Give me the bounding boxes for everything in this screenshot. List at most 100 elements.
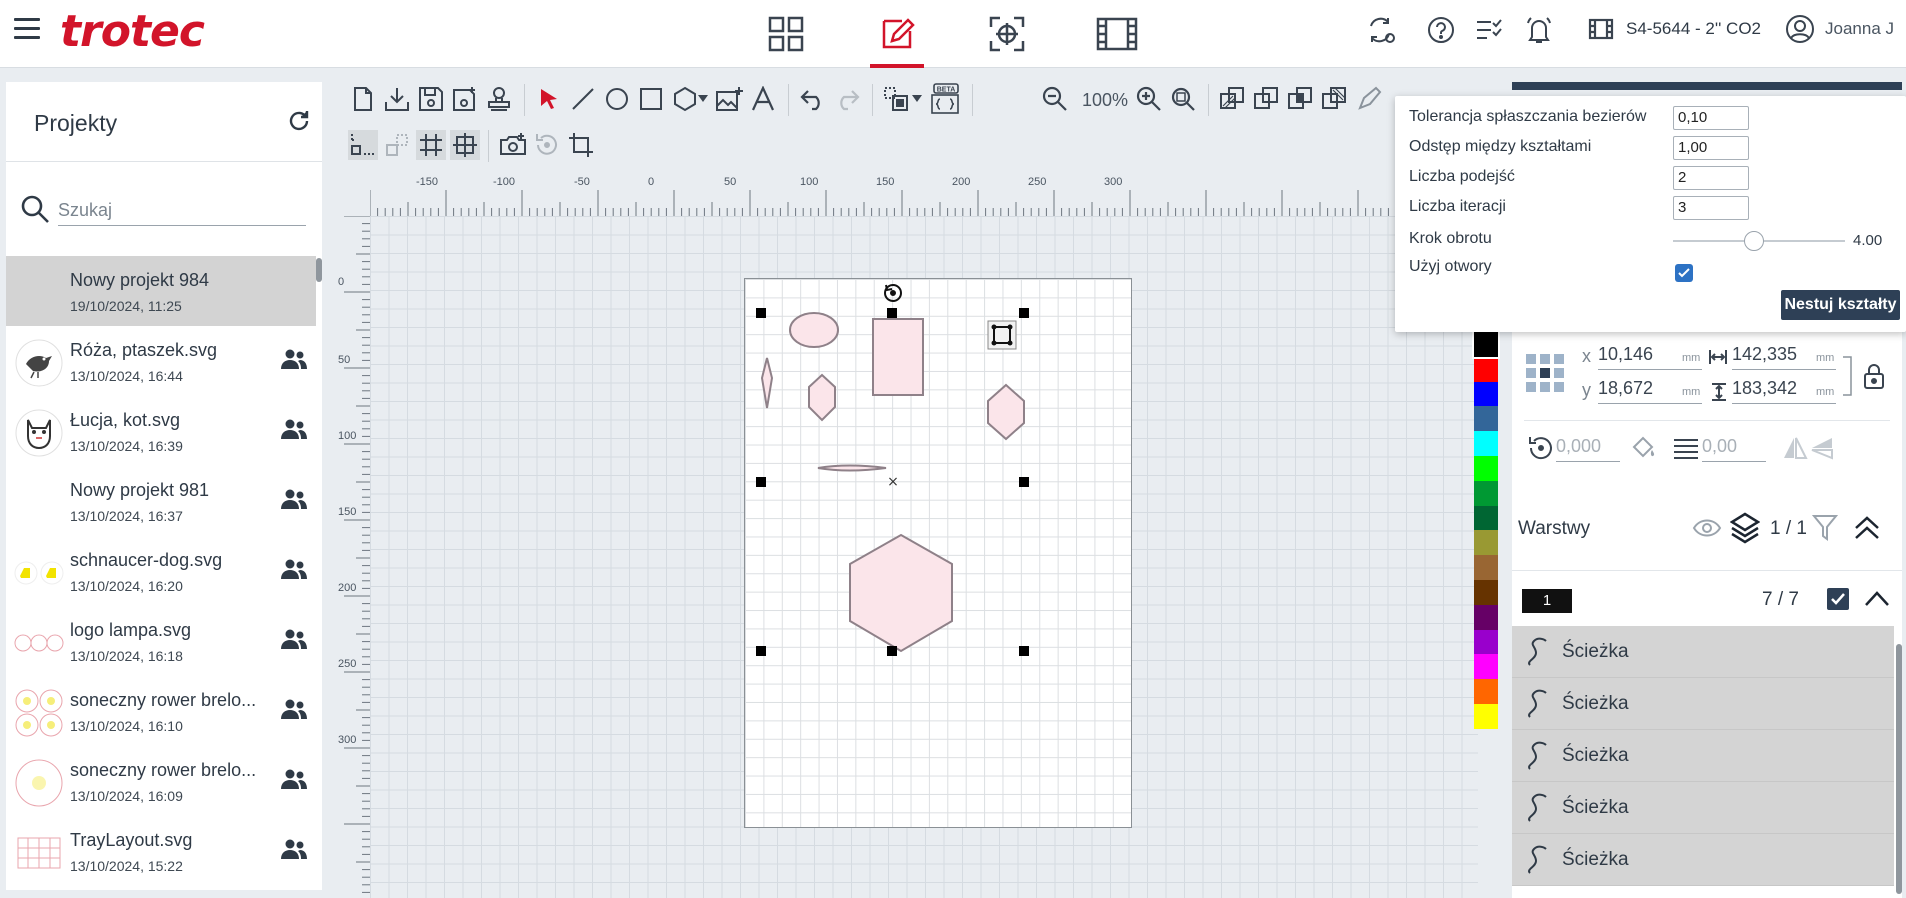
stamp-icon[interactable] bbox=[484, 84, 514, 114]
chevron-down-icon[interactable] bbox=[696, 84, 710, 114]
zoom-out-icon[interactable] bbox=[1040, 84, 1070, 114]
rotation-input[interactable]: 0,000 bbox=[1556, 436, 1620, 462]
color-swatch[interactable] bbox=[1474, 629, 1498, 655]
undo-icon[interactable] bbox=[798, 84, 828, 114]
notifications-icon[interactable] bbox=[1520, 14, 1558, 46]
path-item[interactable]: Ścieżka bbox=[1512, 678, 1894, 730]
color-swatch[interactable] bbox=[1474, 381, 1498, 407]
design-canvas[interactable]: -150 -100 -50 0 50 100 150 200 250 300 0… bbox=[338, 172, 1478, 898]
machine-selector[interactable]: S4-5644 - 2'' CO2 bbox=[1588, 18, 1761, 40]
visibility-eye-icon[interactable] bbox=[1692, 516, 1722, 540]
chevron-down-icon[interactable] bbox=[910, 84, 924, 114]
project-item[interactable]: schnaucer-dog.svg 13/10/2024, 16:20 bbox=[6, 536, 316, 606]
boolean-subtract-icon[interactable] bbox=[1252, 84, 1282, 114]
project-item[interactable]: logo lampa.svg 13/10/2024, 16:18 bbox=[6, 606, 316, 676]
shared-users-icon[interactable] bbox=[280, 418, 308, 444]
spacing-input[interactable]: 0,00 bbox=[1702, 436, 1766, 462]
line-tool-icon[interactable] bbox=[568, 84, 598, 114]
use-holes-checkbox[interactable] bbox=[1675, 264, 1693, 282]
align-grid-icon[interactable] bbox=[348, 130, 378, 160]
snap-object-icon[interactable] bbox=[382, 130, 412, 160]
color-swatch[interactable] bbox=[1474, 703, 1498, 729]
snap-center-icon[interactable] bbox=[450, 130, 480, 160]
new-file-icon[interactable] bbox=[348, 84, 378, 114]
project-item[interactable]: Łucja, kot.svg 13/10/2024, 16:39 bbox=[6, 396, 316, 466]
zoom-in-icon[interactable] bbox=[1134, 84, 1164, 114]
image-insert-icon[interactable] bbox=[714, 84, 744, 114]
color-swatch[interactable] bbox=[1474, 431, 1498, 456]
shared-users-icon[interactable] bbox=[280, 558, 308, 584]
camera-icon[interactable] bbox=[498, 130, 528, 160]
save-icon[interactable] bbox=[416, 84, 446, 114]
filter-icon[interactable] bbox=[1812, 514, 1838, 542]
project-item[interactable]: Róża, ptaszek.svg 13/10/2024, 16:44 bbox=[6, 326, 316, 396]
position-grid-icon[interactable] bbox=[1526, 354, 1568, 396]
color-swatch[interactable] bbox=[1474, 604, 1498, 630]
shared-users-icon[interactable] bbox=[280, 838, 308, 864]
fill-bucket-icon[interactable] bbox=[1630, 434, 1658, 462]
sync-settings-icon[interactable] bbox=[1365, 14, 1399, 46]
menu-icon[interactable] bbox=[14, 18, 40, 40]
attempts-input[interactable]: 2 bbox=[1673, 166, 1749, 190]
color-swatch[interactable] bbox=[1474, 480, 1498, 506]
arrange-icon[interactable] bbox=[882, 84, 912, 114]
path-item[interactable]: Ścieżka bbox=[1512, 626, 1894, 678]
color-swatch[interactable] bbox=[1472, 330, 1500, 359]
refresh-icon[interactable] bbox=[286, 108, 314, 136]
rotate-reset-icon[interactable] bbox=[532, 130, 562, 160]
project-list-scrollbar[interactable] bbox=[316, 258, 322, 282]
project-item[interactable]: soneczny rower brelo... 13/10/2024, 16:1… bbox=[6, 676, 316, 746]
color-swatch[interactable] bbox=[1474, 530, 1498, 556]
project-item[interactable]: soneczny rower brelo... 13/10/2024, 16:0… bbox=[6, 746, 316, 816]
shared-users-icon[interactable] bbox=[280, 768, 308, 794]
pen-tool-icon[interactable] bbox=[1354, 84, 1384, 114]
boolean-exclude-icon[interactable] bbox=[1320, 84, 1350, 114]
layers-scrollbar[interactable] bbox=[1896, 644, 1902, 894]
color-swatch[interactable] bbox=[1474, 455, 1498, 481]
chevron-up-icon[interactable] bbox=[1864, 589, 1890, 609]
shape-spacing-input[interactable]: 1,00 bbox=[1673, 136, 1749, 160]
shared-users-icon[interactable] bbox=[280, 628, 308, 654]
rectangle-tool-icon[interactable] bbox=[636, 84, 666, 114]
design-edit-icon[interactable] bbox=[866, 0, 928, 68]
color-swatch[interactable] bbox=[1474, 505, 1498, 531]
layers-icon[interactable] bbox=[1730, 512, 1760, 544]
flip-vertical-icon[interactable] bbox=[1810, 436, 1836, 460]
color-swatch[interactable] bbox=[1474, 356, 1498, 382]
color-swatch[interactable] bbox=[1474, 654, 1498, 680]
search-input[interactable] bbox=[58, 196, 306, 226]
color-swatch[interactable] bbox=[1474, 555, 1498, 580]
snap-grid-icon[interactable] bbox=[416, 130, 446, 160]
nest-shapes-button[interactable]: Nestuj kształty bbox=[1781, 290, 1900, 320]
lock-icon[interactable] bbox=[1862, 362, 1886, 390]
rotation-step-slider[interactable] bbox=[1673, 231, 1845, 251]
boolean-union-icon[interactable] bbox=[1218, 84, 1248, 114]
color-swatch[interactable] bbox=[1474, 406, 1498, 432]
layer-row[interactable]: 1 7 / 7 bbox=[1512, 570, 1902, 626]
project-item[interactable]: TrayLayout.svg 13/10/2024, 15:22 bbox=[6, 816, 316, 886]
path-item[interactable]: Ścieżka bbox=[1512, 834, 1894, 886]
user-menu[interactable]: Joanna J bbox=[1785, 14, 1894, 44]
bezier-tolerance-input[interactable]: 0,10 bbox=[1673, 106, 1749, 130]
iterations-input[interactable]: 3 bbox=[1673, 196, 1749, 220]
slider-knob[interactable] bbox=[1743, 231, 1764, 251]
text-tool-icon[interactable] bbox=[748, 84, 778, 114]
help-icon[interactable] bbox=[1424, 14, 1458, 46]
crop-icon[interactable] bbox=[566, 130, 596, 160]
flip-horizontal-icon[interactable] bbox=[1782, 436, 1808, 460]
path-item[interactable]: Ścieżka bbox=[1512, 730, 1894, 782]
film-job-icon[interactable] bbox=[1086, 0, 1148, 68]
ellipse-tool-icon[interactable] bbox=[602, 84, 632, 114]
color-swatch[interactable] bbox=[1474, 579, 1498, 605]
boolean-intersect-icon[interactable] bbox=[1286, 84, 1316, 114]
collapse-all-icon[interactable] bbox=[1852, 514, 1882, 542]
path-item[interactable]: Ścieżka bbox=[1512, 782, 1894, 834]
shared-users-icon[interactable] bbox=[280, 698, 308, 724]
select-pointer-icon[interactable] bbox=[534, 84, 564, 114]
layer-checkbox[interactable] bbox=[1826, 587, 1850, 611]
shared-users-icon[interactable] bbox=[280, 488, 308, 514]
redo-icon[interactable] bbox=[832, 84, 862, 114]
task-list-icon[interactable] bbox=[1472, 14, 1506, 46]
project-item[interactable]: Nowy projekt 984 19/10/2024, 11:25 bbox=[6, 256, 316, 326]
trotec-logo[interactable]: trotec bbox=[60, 6, 205, 57]
